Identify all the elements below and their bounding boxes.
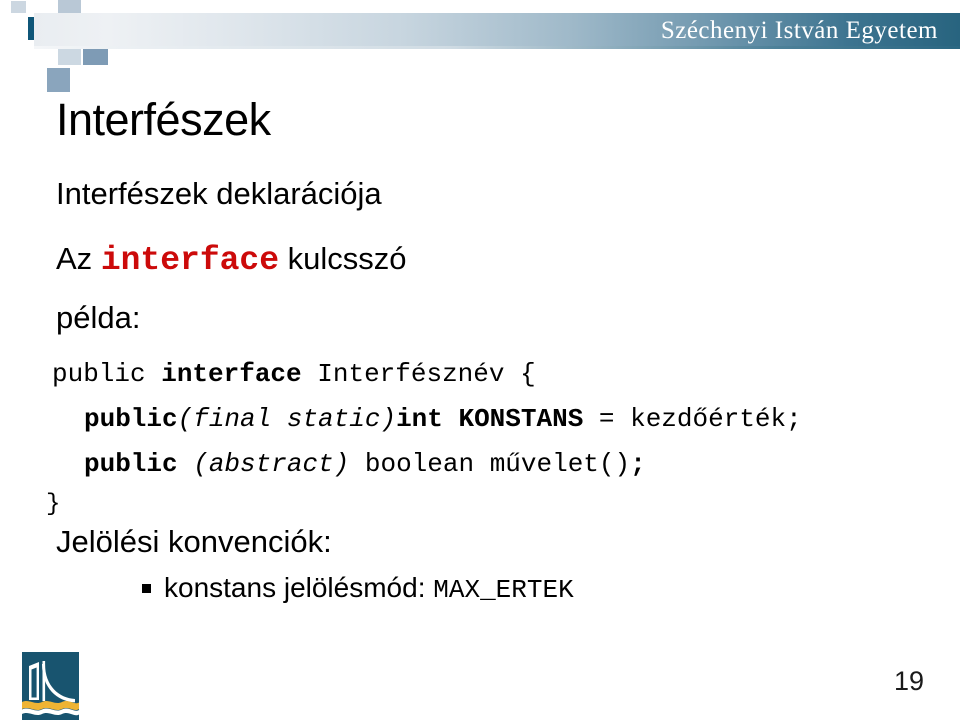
page-number: 19 bbox=[893, 666, 924, 696]
subtitle-line: Interfészek deklarációja bbox=[56, 176, 382, 211]
code-line-2: public(final static)int KONSTANS = kezdő… bbox=[84, 404, 802, 434]
example-label: példa: bbox=[56, 300, 141, 335]
header-decor-square bbox=[58, 0, 81, 13]
code-line-1: public interface Interfésznév { bbox=[52, 359, 536, 389]
code-line-3-implicit: (abstract) bbox=[177, 449, 350, 479]
code-line-3: public (abstract) boolean művelet(); bbox=[84, 449, 646, 479]
bullet-item-text: konstans jelölésmód: bbox=[164, 572, 434, 603]
code-line-2-value: = kezdőérték; bbox=[583, 404, 802, 434]
slide-title: Interfészek bbox=[56, 94, 271, 145]
code-line-2-implicit: (final static) bbox=[177, 404, 397, 434]
code-line-1-part3: Interfésznév { bbox=[301, 359, 536, 389]
szechenyi-bridge-logo-icon bbox=[22, 652, 79, 720]
code-line-2-modifier: public bbox=[84, 404, 178, 434]
code-line-3-signature: boolean művelet() bbox=[349, 449, 631, 479]
keyword-interface: interface bbox=[100, 242, 280, 279]
code-line-2-declaration: int KONSTANS bbox=[396, 404, 584, 434]
code-line-1-keyword: interface bbox=[161, 359, 302, 389]
bullet-item: konstans jelölésmód: MAX_ERTEK bbox=[142, 572, 574, 605]
code-line-1-part1: public bbox=[52, 359, 162, 389]
keyword-line: Az interface kulcsszó bbox=[56, 241, 407, 279]
header-decor-square bbox=[11, 1, 26, 13]
university-name: Széchenyi István Egyetem bbox=[660, 17, 938, 44]
slide-header: Széchenyi István Egyetem bbox=[0, 0, 960, 92]
keyword-line-prefix: Az bbox=[56, 241, 93, 276]
bullet-item-code: MAX_ERTEK bbox=[433, 575, 574, 605]
square-bullet-icon bbox=[142, 584, 151, 593]
keyword-line-suffix: kulcsszó bbox=[287, 241, 407, 276]
code-line-3-terminator: ; bbox=[630, 449, 646, 479]
code-line-4-closing-brace: } bbox=[46, 491, 61, 518]
conventions-label: Jelölési konvenciók: bbox=[56, 524, 332, 559]
header-decor-square bbox=[47, 68, 70, 92]
code-line-3-modifier: public bbox=[84, 449, 178, 479]
